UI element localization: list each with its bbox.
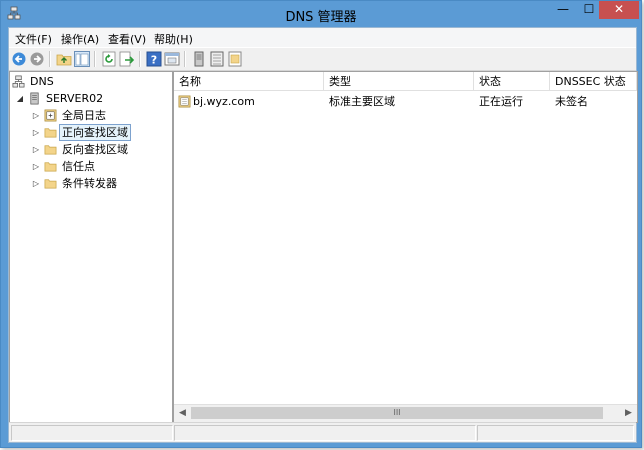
server-icon[interactable] — [191, 51, 207, 67]
tree-label-forward-lookup-zones: 正向查找区域 — [59, 124, 131, 141]
toolbar-separator — [184, 51, 186, 67]
list-row[interactable]: bj.wyz.com 标准主要区域 正在运行 未签名 — [174, 93, 637, 110]
folder-icon — [44, 162, 57, 172]
toolbar-separator — [49, 51, 51, 67]
properties-icon[interactable] — [164, 51, 180, 67]
expand-arrow-icon[interactable]: ▷ — [32, 159, 40, 175]
expand-arrow-icon[interactable]: ▷ — [32, 108, 40, 124]
toolbar-separator — [139, 51, 141, 67]
status-pane-middle — [174, 425, 476, 441]
scroll-thumb[interactable]: III — [191, 407, 603, 419]
tree-label-server: SERVER02 — [46, 92, 104, 105]
window-title: DNS 管理器 — [285, 10, 357, 25]
tree-label-conditional-forwarders: 条件转发器 — [62, 177, 117, 190]
cell-zone-name: bj.wyz.com — [193, 95, 255, 108]
menu-view[interactable]: 查看(V) — [108, 31, 146, 47]
horizontal-scrollbar[interactable]: ◀ III ▶ — [174, 404, 637, 422]
menu-bar: 文件(F) 操作(A) 查看(V) 帮助(H) — [9, 28, 636, 47]
up-folder-icon[interactable] — [56, 51, 72, 67]
tree-label-trust-points: 信任点 — [62, 160, 95, 173]
toolbar: ? — [9, 47, 636, 71]
scroll-right-icon[interactable]: ▶ — [620, 405, 637, 422]
zone-icon[interactable] — [209, 51, 225, 67]
expand-arrow-icon[interactable]: ▷ — [32, 142, 40, 158]
dns-root-icon — [12, 75, 25, 88]
menu-help[interactable]: 帮助(H) — [154, 31, 193, 47]
back-icon[interactable] — [11, 51, 27, 67]
console-tree[interactable]: DNS ◢ SERVER02 ▷ 全局日志 ▷ 正向查找区域 ▷ 反向查找区域 … — [9, 71, 173, 423]
forward-icon[interactable] — [29, 51, 45, 67]
menu-file[interactable]: 文件(F) — [15, 31, 52, 47]
export-list-icon[interactable] — [119, 51, 135, 67]
cell-zone-status: 正在运行 — [479, 95, 523, 108]
status-pane-right — [477, 425, 634, 441]
scroll-left-icon[interactable]: ◀ — [174, 405, 191, 422]
expand-arrow-icon[interactable]: ▷ — [32, 125, 40, 141]
title-bar[interactable]: DNS 管理器 — ☐ ✕ — [1, 1, 641, 27]
minimize-button[interactable]: — — [550, 1, 576, 19]
svg-text:?: ? — [151, 54, 157, 67]
help-icon[interactable]: ? — [146, 51, 162, 67]
status-pane-left — [11, 425, 173, 441]
cell-zone-dnssec: 未签名 — [555, 95, 588, 108]
folder-icon — [44, 145, 57, 155]
tree-label-global-log: 全局日志 — [62, 109, 106, 122]
zone-list-view[interactable]: 名称 类型 状态 DNSSEC 状态 bj.wyz.com 标准主要区域 正在运… — [173, 71, 638, 423]
tree-label-reverse-lookup-zones: 反向查找区域 — [62, 143, 128, 156]
cell-zone-type: 标准主要区域 — [329, 95, 395, 108]
show-hide-console-tree-icon[interactable] — [74, 51, 90, 67]
column-header-name[interactable]: 名称 — [174, 72, 324, 91]
event-log-icon — [44, 109, 57, 122]
folder-icon — [44, 128, 57, 138]
status-bar — [9, 422, 636, 442]
column-header-dnssec-status[interactable]: DNSSEC 状态 — [550, 72, 637, 91]
column-header-type[interactable]: 类型 — [324, 72, 474, 91]
server-icon — [30, 92, 39, 105]
expand-arrow-icon[interactable]: ▷ — [32, 176, 40, 192]
refresh-icon[interactable] — [101, 51, 117, 67]
menu-action[interactable]: 操作(A) — [61, 31, 99, 47]
collapse-arrow-icon[interactable]: ◢ — [16, 91, 24, 107]
toolbar-separator — [94, 51, 96, 67]
window-client-area: 文件(F) 操作(A) 查看(V) 帮助(H) ? DNS ◢ SERVER02… — [8, 27, 638, 443]
tree-label-dns: DNS — [30, 75, 54, 88]
record-icon[interactable] — [227, 51, 243, 67]
dns-manager-window: DNS 管理器 — ☐ ✕ 文件(F) 操作(A) 查看(V) 帮助(H) ? … — [0, 0, 642, 448]
column-header-status[interactable]: 状态 — [474, 72, 550, 91]
close-button[interactable]: ✕ — [599, 1, 639, 19]
folder-icon — [44, 179, 57, 189]
